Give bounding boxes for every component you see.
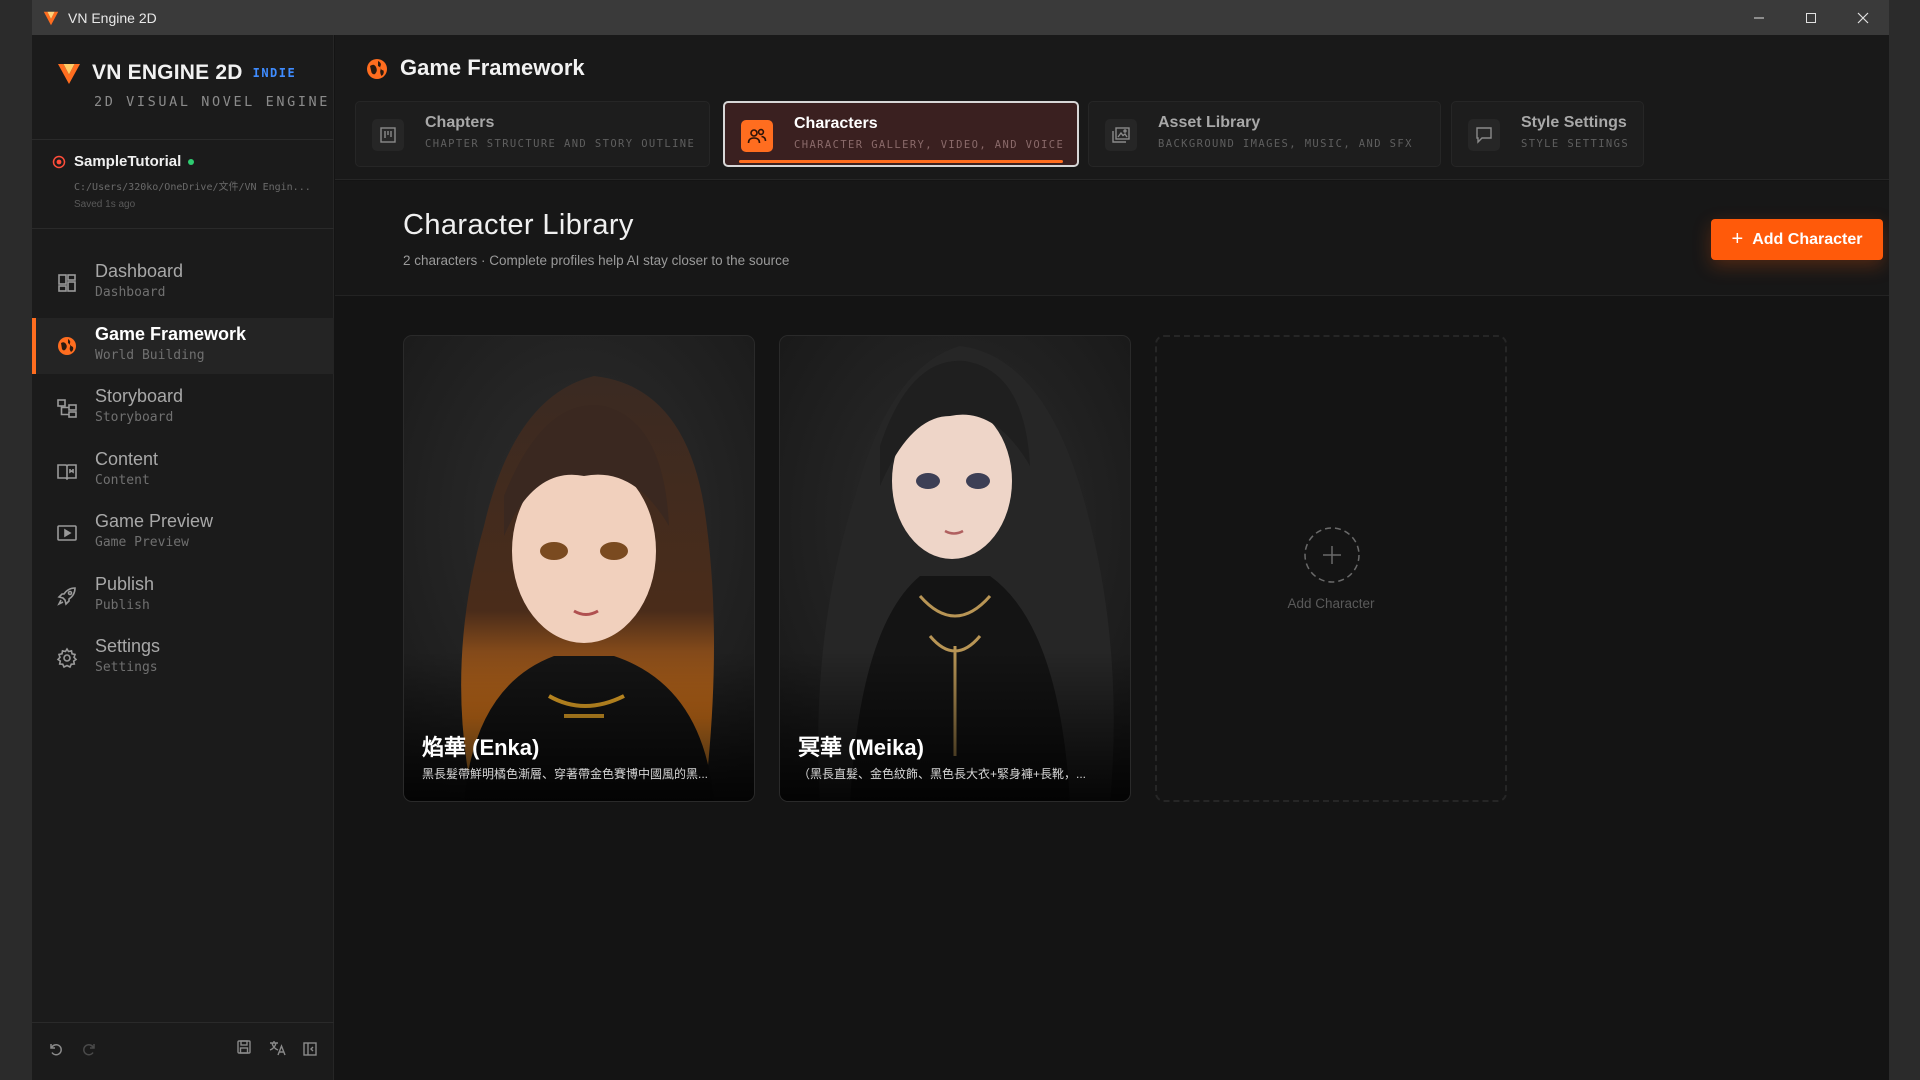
nav-sublabel: Settings [95,660,158,675]
redo-icon[interactable] [81,1041,97,1057]
nav-item-storyboard[interactable]: Storyboard Storyboard [32,380,334,436]
maximize-button[interactable] [1785,0,1837,35]
nav-sublabel: Game Preview [95,535,189,550]
character-description: 黑長髮帶鮮明橘色漸層、穿著帶金色賽博中國風的黑... [422,767,709,781]
tab-icon-box [741,120,773,152]
close-button[interactable] [1837,0,1889,35]
comment-icon [1476,127,1492,144]
tab-sublabel: BACKGROUND IMAGES, MUSIC, AND SFX [1158,138,1413,150]
framework-header: Game Framework Chapters CHAPTER STRUCTUR… [335,35,1889,180]
nav-label: Publish [95,573,155,594]
globe-icon [58,336,76,355]
nav-item-game-preview[interactable]: Game Preview Game Preview [32,505,334,561]
page-title: Game Framework [400,55,585,80]
add-character-label: Add Character [1752,230,1863,248]
storyboard-icon [57,399,77,418]
nav-item-game-framework[interactable]: Game Framework World Building [32,317,334,374]
record-icon [52,155,66,168]
book-icon [57,463,77,480]
plus-icon: + [1731,228,1744,250]
main-nav: Dashboard Dashboard Game Framework World… [32,255,334,693]
character-description: （黑長直髮、金色紋飾、黑色長大衣+緊身褲+長靴，... [798,767,1087,781]
gear-icon [56,647,78,669]
nav-label: Game Framework [95,323,247,344]
tab-sublabel: CHARACTER GALLERY, VIDEO, AND VOICE [794,139,1065,151]
tab-label: Style Settings [1521,114,1627,131]
nav-sublabel: World Building [95,347,205,363]
nav-sublabel: Content [95,472,150,488]
tab-icon-box [1468,119,1500,151]
globe-icon [367,59,387,79]
rocket-icon [57,586,76,606]
character-name: 冥華 (Meika) [798,735,924,760]
dashboard-icon [58,274,76,292]
tab-label: Asset Library [1158,114,1261,131]
nav-item-dashboard[interactable]: Dashboard Dashboard [32,255,334,311]
nav-sublabel: Dashboard [95,285,166,300]
project-path: C:/Users/320ko/OneDrive/文件/VN Engin... [74,182,311,193]
add-character-button[interactable]: + Add Character [1711,219,1883,260]
play-icon [57,525,77,541]
nav-sublabel: Storyboard [95,410,174,425]
tab-asset-library[interactable]: Asset Library BACKGROUND IMAGES, MUSIC, … [1088,101,1441,167]
gallery-icon [1112,127,1130,143]
saved-status-dot [188,158,195,165]
character-name: 焰華 (Enka) [422,735,540,760]
collapse-sidebar-icon[interactable] [302,1041,318,1057]
translate-icon[interactable] [269,1040,286,1056]
project-info[interactable]: SampleTutorial C:/Users/320ko/OneDrive/文… [52,153,322,210]
nav-label: Game Preview [95,511,214,531]
save-status: Saved 1s ago [74,199,136,210]
brand-subtitle: 2D VISUAL NOVEL ENGINE [94,94,331,110]
brand-name: VN ENGINE 2D [92,61,243,84]
tab-chapters[interactable]: Chapters CHAPTER STRUCTURE AND STORY OUT… [355,101,710,167]
minimize-button[interactable] [1733,0,1785,35]
tab-label: Chapters [425,114,495,131]
add-character-card[interactable]: Add Character [1155,335,1507,802]
window-title: VN Engine 2D [68,9,157,26]
maximize-icon [1806,12,1816,23]
tab-sublabel: CHAPTER STRUCTURE AND STORY OUTLINE [425,138,696,150]
add-character-card-label: Add Character [1287,596,1375,611]
save-icon[interactable] [236,1039,252,1055]
library-header: Character Library 2 characters · Complet… [335,181,1889,296]
nav-label: Content [95,448,159,469]
project-name: SampleTutorial [74,153,182,170]
divider [32,228,334,229]
character-card-enka[interactable]: 焰華 (Enka) 黑長髮帶鮮明橘色漸層、穿著帶金色賽博中國風的黑... [403,335,755,802]
divider [32,139,334,140]
users-icon [747,128,767,144]
tab-style-settings[interactable]: Style Settings STYLE SETTINGS [1451,101,1644,167]
nav-sublabel: Publish [95,597,150,613]
close-icon [1857,12,1869,23]
tab-label: Characters [794,115,878,132]
undo-icon[interactable] [48,1041,64,1057]
title-bar[interactable]: VN Engine 2D [32,0,1889,35]
chapters-icon [380,127,396,143]
sidebar: VN ENGINE 2D INDIE 2D VISUAL NOVEL ENGIN… [32,35,334,1080]
nav-label: Settings [95,636,161,656]
edition-badge: INDIE [252,66,297,80]
character-card-meika[interactable]: 冥華 (Meika) （黑長直髮、金色紋飾、黑色長大衣+緊身褲+長靴，... [779,335,1131,802]
library-title: Character Library [403,209,634,241]
tab-characters[interactable]: Characters CHARACTER GALLERY, VIDEO, AND… [723,101,1079,167]
sidebar-footer [32,1022,334,1080]
nav-item-settings[interactable]: Settings Settings [32,630,334,686]
main-panel: Game Framework Chapters CHAPTER STRUCTUR… [335,35,1889,1080]
brand-logo-icon [58,64,80,84]
tab-icon-box [1105,119,1137,151]
app-logo-icon [43,11,59,25]
nav-item-publish[interactable]: Publish Publish [32,568,334,624]
library-subtitle: 2 characters · Complete profiles help AI… [403,253,790,268]
minimize-icon [1754,17,1764,18]
nav-label: Storyboard [95,386,184,406]
add-circle-icon [1304,527,1360,583]
tab-icon-box [372,119,404,151]
brand: VN ENGINE 2D INDIE 2D VISUAL NOVEL ENGIN… [56,60,330,110]
nav-label: Dashboard [95,261,184,281]
tab-sublabel: STYLE SETTINGS [1521,138,1630,150]
nav-item-content[interactable]: Content Content [32,443,334,499]
app-window: VN Engine 2D VN ENGINE 2D INDIE 2D VISUA… [32,0,1889,1080]
